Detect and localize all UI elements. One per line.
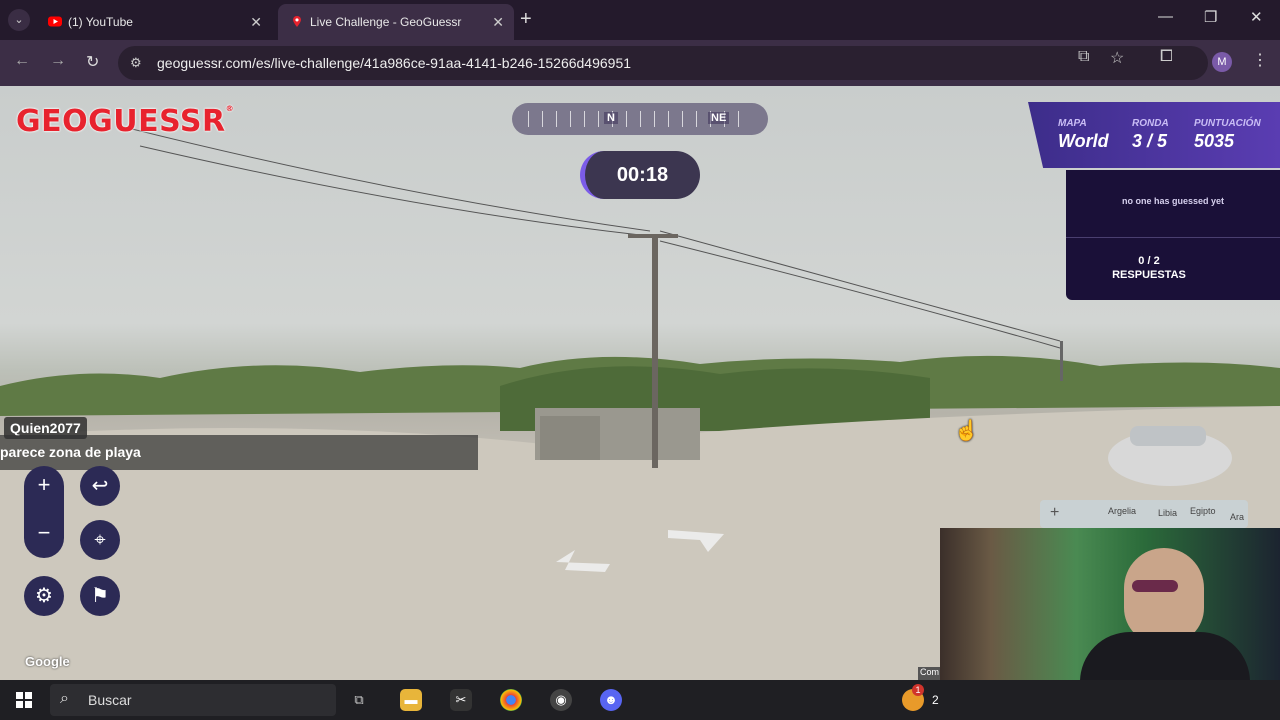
compass: N NE <box>512 103 768 135</box>
guess-count: 0 / 2 <box>1138 255 1160 267</box>
menu-kebab-icon[interactable]: ⋮ <box>1252 50 1268 70</box>
webcam-shirt <box>1080 632 1250 680</box>
discord-icon[interactable]: ☻ <box>600 689 622 711</box>
zoom-controls: + − <box>24 466 64 558</box>
address-bar[interactable]: ⚙ geoguessr.com/es/live-challenge/41a986… <box>118 46 1208 80</box>
google-attribution: Google <box>25 654 70 669</box>
webcam-person <box>1124 548 1204 644</box>
guess-status-text: no one has guessed yet <box>1121 196 1225 206</box>
map-label-algeria: Argelia <box>1108 506 1137 516</box>
bookmark-star-icon[interactable]: ☆ <box>1110 48 1124 68</box>
stat-score: PUNTUACIÓN 5035 <box>1194 118 1261 151</box>
undo-move-button[interactable]: ↩ <box>80 466 120 506</box>
install-app-icon[interactable]: ⧉ <box>1078 48 1089 66</box>
compass-north: N <box>604 112 618 124</box>
zoom-out-button[interactable]: − <box>24 520 64 546</box>
capcut-icon[interactable]: ✂ <box>450 689 472 711</box>
search-placeholder: Buscar <box>88 692 132 708</box>
tab-geoguessr[interactable]: Live Challenge - GeoGuessr ✕ <box>278 4 514 40</box>
geoguessr-logo: GEOGUESSR® <box>16 104 235 139</box>
guesses-panel: no one has guessed yet 0 / 2 RESPUESTAS <box>1066 170 1280 300</box>
minimap-expand-icon[interactable]: + <box>1050 504 1059 522</box>
tab-label: (1) YouTube <box>68 15 133 29</box>
site-info-icon[interactable]: ⚙ <box>130 55 142 71</box>
settings-button[interactable]: ⚙ <box>24 576 64 616</box>
tab-bar: ⌄ (1) YouTube ✕ Live Challenge - GeoGues… <box>0 0 1280 40</box>
windows-taskbar: ⌕ Buscar ⧉ ▬ ✂ ◉ ☻ 1 2 <box>0 680 1280 720</box>
back-icon[interactable]: ← <box>14 52 30 70</box>
extensions-icon[interactable]: ⧠ <box>1160 48 1173 66</box>
divider <box>1066 237 1280 238</box>
stat-round: RONDA 3 / 5 <box>1132 118 1169 151</box>
game-status-bar: MAPA World RONDA 3 / 5 PUNTUACIÓN 5035 <box>1028 102 1280 168</box>
streamer-webcam <box>940 528 1280 680</box>
search-icon: ⌕ <box>60 690 69 707</box>
street-view[interactable]: GEOGUESSR® N NE 00:18 MAPA World RONDA 3… <box>0 86 1280 680</box>
tab-youtube[interactable]: (1) YouTube ✕ <box>36 4 272 40</box>
browser-toolbar: ← → ↻ ⚙ geoguessr.com/es/live-challenge/… <box>0 40 1280 86</box>
taskbar-search[interactable]: ⌕ Buscar <box>50 684 336 716</box>
chrome-icon[interactable] <box>500 689 522 711</box>
close-icon[interactable]: ✕ <box>250 4 262 40</box>
new-tab-button[interactable]: + <box>520 8 532 31</box>
geoguessr-pin-icon <box>293 16 301 27</box>
stat-map: MAPA World <box>1058 118 1109 151</box>
flag-button[interactable]: ⚑ <box>80 576 120 616</box>
guess-minimap[interactable]: + Argelia Libia Egipto Ara Sau <box>1040 500 1248 528</box>
forward-icon[interactable]: → <box>50 52 66 70</box>
youtube-icon <box>48 16 62 27</box>
map-label-egypt: Egipto <box>1190 506 1216 516</box>
compass-northeast: NE <box>708 112 730 124</box>
map-label-saudi: Ara Sau <box>1230 512 1246 522</box>
file-explorer-icon[interactable]: ▬ <box>400 689 422 711</box>
return-to-start-button[interactable]: ⌖ <box>80 520 120 560</box>
tab-label: Live Challenge - GeoGuessr <box>310 15 462 29</box>
profile-avatar[interactable]: M <box>1212 52 1232 72</box>
close-icon[interactable]: ✕ <box>492 4 504 40</box>
overlay-tag: Com <box>918 667 940 680</box>
restore-icon[interactable]: ❐ <box>1204 8 1217 26</box>
hand-cursor-icon: ☝ <box>954 420 979 442</box>
clock-text: 2 <box>932 693 939 707</box>
map-label-libya: Libia <box>1158 508 1178 518</box>
windows-start-icon[interactable] <box>16 692 32 708</box>
minimize-icon[interactable]: — <box>1158 8 1173 25</box>
window-close-icon[interactable]: ✕ <box>1250 8 1263 26</box>
chat-message: parece zona de playa <box>0 435 478 470</box>
guess-count-label: RESPUESTAS <box>1112 269 1186 281</box>
notification-badge: 1 <box>912 684 924 696</box>
reload-icon[interactable]: ↻ <box>86 52 99 72</box>
zoom-in-button[interactable]: + <box>24 472 64 498</box>
url-text: geoguessr.com/es/live-challenge/41a986ce… <box>157 55 632 71</box>
obs-icon[interactable]: ◉ <box>550 689 572 711</box>
webcam-glasses <box>1132 580 1178 592</box>
task-view-icon[interactable]: ⧉ <box>348 689 370 711</box>
tab-search-button[interactable]: ⌄ <box>8 9 30 31</box>
round-timer: 00:18 <box>580 151 700 199</box>
